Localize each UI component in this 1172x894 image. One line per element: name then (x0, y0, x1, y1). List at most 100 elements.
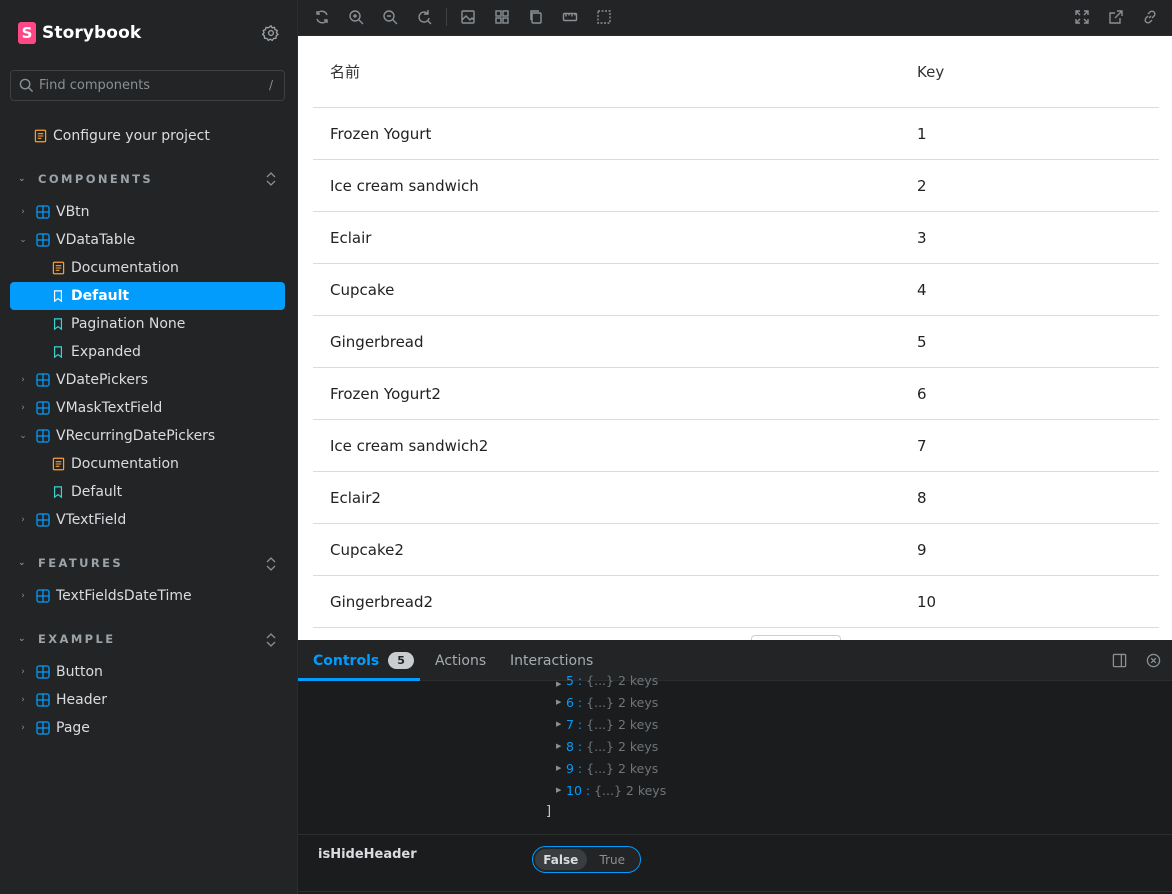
sidebar-item-dt-pagination-none[interactable]: Pagination None (51, 310, 185, 338)
search-box: / (10, 70, 285, 101)
boolean-toggle[interactable]: False True (532, 846, 641, 873)
component-icon (36, 665, 50, 679)
search-input[interactable] (39, 75, 259, 96)
cell-key: 8 (917, 488, 927, 507)
sidebar-item-vrecurringdatepickers[interactable]: ⌄ VRecurringDatePickers (18, 422, 215, 450)
outline-icon[interactable] (596, 9, 612, 25)
sidebar-item-label: Pagination None (71, 316, 186, 332)
chevron-down-icon: ⌄ (18, 174, 26, 184)
cell-key: 6 (917, 384, 927, 403)
sidebar-item-vmasktextfield[interactable]: › VMaskTextField (18, 394, 162, 422)
table-row[interactable]: Eclair 3 (313, 212, 1159, 264)
grid-icon[interactable] (494, 9, 510, 25)
link-icon[interactable] (1142, 9, 1158, 25)
section-label: EXAMPLE (38, 632, 116, 646)
expand-collapse-icon[interactable] (264, 171, 278, 187)
json-value: {...} 2 keys (594, 782, 667, 798)
brand[interactable]: S Storybook (18, 22, 141, 44)
sidebar-item-label: VDataTable (56, 232, 136, 248)
column-header-name[interactable]: 名前 (313, 61, 900, 82)
component-icon (36, 205, 50, 219)
table-row[interactable]: Cupcake 4 (313, 264, 1159, 316)
json-key: 9 : (566, 760, 583, 776)
chevron-down-icon: ⌄ (18, 634, 26, 644)
bookmark-icon (51, 289, 65, 303)
sidebar-item-dt-expanded[interactable]: Expanded (51, 338, 141, 366)
tab-label: Controls (313, 652, 380, 669)
expand-collapse-icon[interactable] (264, 556, 278, 572)
sidebar-item-vdatepickers[interactable]: › VDatePickers (18, 366, 148, 394)
cell-name: Eclair (330, 228, 372, 247)
zoom-out-icon[interactable] (382, 9, 398, 25)
section-example[interactable]: ⌄ EXAMPLE (18, 629, 115, 649)
json-tree-item[interactable]: ▶ 10 : {...} 2 keys (556, 781, 666, 799)
table-row[interactable]: Cupcake2 9 (313, 524, 1159, 576)
caret-right-icon: ▶ (556, 720, 562, 728)
zoom-reset-icon[interactable] (416, 9, 432, 25)
toggle-option-false[interactable]: False (535, 849, 587, 870)
cell-key: 9 (917, 540, 927, 559)
panel-orientation-icon[interactable] (1112, 653, 1127, 668)
table-row[interactable]: Ice cream sandwich 2 (313, 160, 1159, 212)
json-tree-item[interactable]: ▶ 7 : {...} 2 keys (556, 715, 658, 733)
cell-name: Cupcake2 (330, 540, 404, 559)
gear-icon[interactable] (261, 24, 280, 42)
sidebar-item-rdp-documentation[interactable]: Documentation (51, 450, 179, 478)
sidebar-item-dt-default[interactable]: Default (10, 282, 285, 310)
sidebar-item-label: Button (56, 664, 103, 680)
json-tree-item[interactable]: ▶ 9 : {...} 2 keys (556, 759, 658, 777)
table-row[interactable]: Gingerbread 5 (313, 316, 1159, 368)
column-header-key[interactable]: Key (900, 63, 944, 81)
sidebar-item-vdatatable[interactable]: ⌄ VDataTable (18, 226, 135, 254)
sidebar-item-vbtn[interactable]: › VBtn (18, 198, 89, 226)
json-value: {...} 2 keys (586, 738, 659, 754)
sidebar-item-label: VMaskTextField (56, 400, 163, 416)
chevron-right-icon: › (21, 695, 25, 705)
sidebar-item-label: Documentation (71, 456, 179, 472)
cell-name: Frozen Yogurt2 (330, 384, 441, 403)
cell-name: Ice cream sandwich (330, 176, 479, 195)
section-features[interactable]: ⌄ FEATURES (18, 553, 123, 573)
cell-name: Gingerbread (330, 332, 424, 351)
sidebar-item-vtextfield[interactable]: › VTextField (18, 506, 126, 534)
viewport-icon[interactable] (528, 9, 544, 25)
control-row-ishideheader: isHideHeader False True (298, 834, 1172, 892)
toggle-option-true[interactable]: True (587, 849, 639, 870)
sidebar-item-header[interactable]: › Header (18, 686, 107, 714)
reload-icon[interactable] (314, 9, 330, 25)
json-key: 8 : (566, 738, 583, 754)
sidebar-item-button[interactable]: › Button (18, 658, 103, 686)
json-tree-item[interactable]: ▶ 6 : {...} 2 keys (556, 693, 658, 711)
open-new-tab-icon[interactable] (1108, 9, 1124, 25)
cell-name: Frozen Yogurt (330, 124, 432, 143)
expand-collapse-icon[interactable] (264, 632, 278, 648)
sidebar-item-configure[interactable]: Configure your project (33, 122, 210, 150)
sidebar-item-rdp-default[interactable]: Default (51, 478, 122, 506)
fullscreen-icon[interactable] (1074, 9, 1090, 25)
json-tree-item[interactable]: ▶ 8 : {...} 2 keys (556, 737, 658, 755)
chevron-right-icon: › (21, 403, 25, 413)
sidebar-item-page[interactable]: › Page (18, 714, 90, 742)
chevron-down-icon: ⌄ (19, 235, 27, 245)
chevron-down-icon: ⌄ (19, 431, 27, 441)
sidebar-item-dt-documentation[interactable]: Documentation (51, 254, 179, 282)
sidebar-item-textfieldsdatetime[interactable]: › TextFieldsDateTime (18, 582, 191, 610)
table-row[interactable]: Ice cream sandwich2 7 (313, 420, 1159, 472)
sidebar-item-label: Expanded (71, 344, 141, 360)
background-icon[interactable] (460, 9, 476, 25)
json-tree-item[interactable]: ▶ 5 : {...} 2 keys (556, 672, 658, 688)
tab-controls[interactable]: Controls 5 (313, 640, 414, 681)
table-row[interactable]: Frozen Yogurt2 6 (313, 368, 1159, 420)
zoom-in-icon[interactable] (348, 9, 364, 25)
cell-name: Eclair2 (330, 488, 381, 507)
caret-right-icon: ▶ (556, 764, 562, 772)
table-row[interactable]: Gingerbread2 10 (313, 576, 1159, 628)
tab-actions[interactable]: Actions (435, 640, 486, 681)
json-value: {...} 2 keys (586, 716, 659, 732)
measure-icon[interactable] (562, 9, 578, 25)
table-header-row: 名前 Key (313, 36, 1159, 108)
table-row[interactable]: Frozen Yogurt 1 (313, 108, 1159, 160)
close-icon[interactable] (1146, 653, 1161, 668)
section-components[interactable]: ⌄ COMPONENTS (18, 169, 153, 189)
table-row[interactable]: Eclair2 8 (313, 472, 1159, 524)
